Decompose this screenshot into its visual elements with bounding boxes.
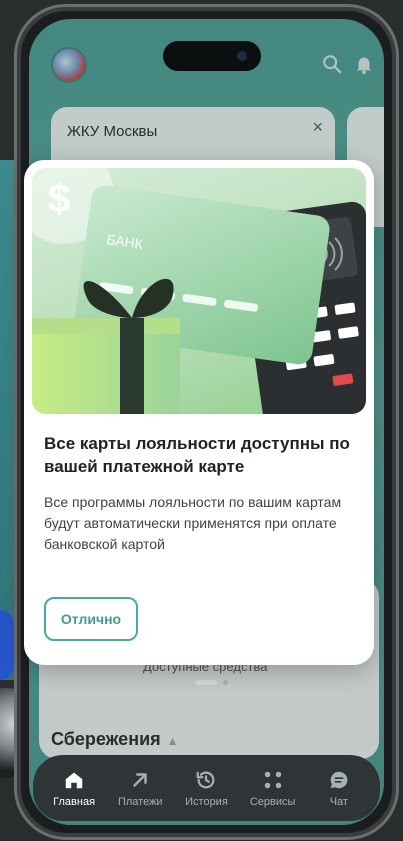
dollar-badge: $	[48, 177, 70, 221]
arrow-up-right-icon	[133, 772, 147, 787]
chat-icon	[330, 771, 348, 788]
background-accent	[0, 610, 14, 680]
illustration-graphic: $ БАНК	[32, 168, 366, 414]
dynamic-island	[163, 41, 261, 71]
search-icon[interactable]	[321, 53, 343, 75]
tab-chat[interactable]: Чат	[308, 769, 370, 808]
utility-card-title: ЖКУ Москвы	[67, 123, 158, 140]
history-icon	[197, 771, 215, 788]
savings-heading[interactable]: Сбережения ▲	[51, 729, 179, 750]
savings-title: Сбережения	[51, 729, 161, 749]
close-icon[interactable]: ×	[312, 117, 323, 138]
tab-services[interactable]: Сервисы	[242, 769, 304, 808]
grid-dots-icon	[264, 771, 281, 788]
ok-button[interactable]: Отлично	[44, 597, 138, 641]
avatar[interactable]	[51, 47, 87, 83]
tab-label: Платежи	[117, 795, 163, 808]
pager-dot[interactable]	[223, 679, 228, 685]
chevron-up-icon: ▲	[166, 734, 179, 748]
camera-dot	[237, 51, 247, 61]
tab-label: Чат	[329, 795, 348, 808]
tab-payments[interactable]: Платежи	[109, 769, 171, 808]
loyalty-illustration: $ БАНК	[32, 168, 366, 414]
pager-dot-active[interactable]	[195, 679, 217, 685]
tab-history[interactable]: История	[175, 769, 237, 808]
bell-icon[interactable]	[353, 53, 375, 75]
tab-home[interactable]: Главная	[43, 769, 105, 808]
tab-label: Сервисы	[249, 795, 296, 808]
pager	[195, 679, 228, 685]
bottom-tabbar: Главная Платежи История Сервисы Чат	[33, 755, 380, 821]
modal-body-text: Все программы лояльности по вашим картам…	[44, 494, 342, 552]
tab-label: Главная	[53, 795, 96, 808]
home-icon	[65, 772, 83, 788]
loyalty-modal: $ БАНК Все карты лояльности доступны по …	[24, 160, 374, 665]
modal-title: Все карты лояльности доступны по вашей п…	[44, 434, 350, 476]
tab-label: История	[185, 795, 228, 808]
